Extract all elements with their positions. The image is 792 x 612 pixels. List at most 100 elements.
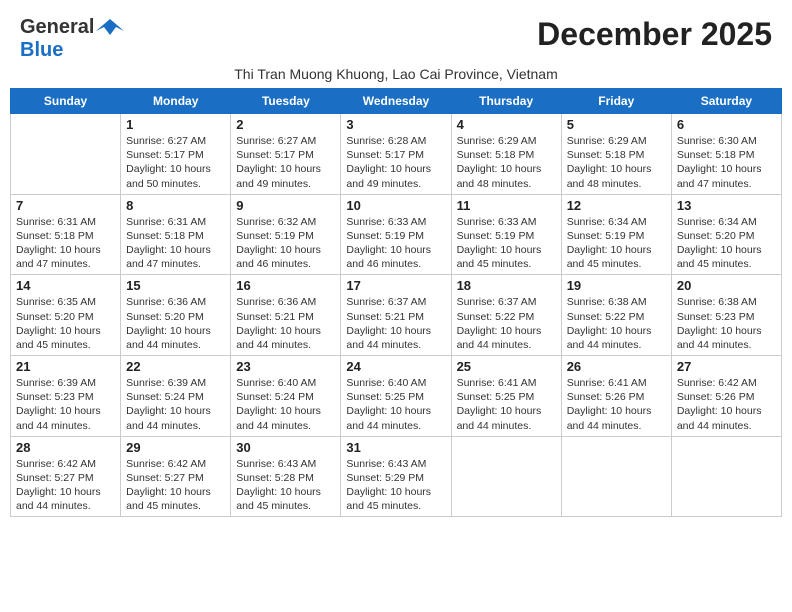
day-number: 15 (126, 278, 225, 293)
day-number: 3 (346, 117, 445, 132)
day-info: Sunrise: 6:43 AMSunset: 5:29 PMDaylight:… (346, 457, 445, 514)
calendar-cell: 23 Sunrise: 6:40 AMSunset: 5:24 PMDayligh… (231, 356, 341, 437)
day-info: Sunrise: 6:42 AMSunset: 5:27 PMDaylight:… (126, 457, 225, 514)
day-number: 23 (236, 359, 335, 374)
calendar-cell: 6Sunrise: 6:30 AMSunset: 5:18 PMDaylight… (671, 114, 781, 195)
day-number: 2 (236, 117, 335, 132)
calendar-cell: 21 Sunrise: 6:39 AMSunset: 5:23 PMDayligh… (11, 356, 121, 437)
calendar-cell: 14 Sunrise: 6:35 AMSunset: 5:20 PMDayligh… (11, 275, 121, 356)
day-info: Sunrise: 6:32 AMSunset: 5:19 PMDaylight:… (236, 215, 335, 272)
day-info: Sunrise: 6:40 AMSunset: 5:24 PMDaylight:… (236, 376, 335, 433)
day-info: Sunrise: 6:29 AMSunset: 5:18 PMDaylight:… (567, 134, 666, 191)
day-info: Sunrise: 6:33 AMSunset: 5:19 PMDaylight:… (457, 215, 556, 272)
day-number: 1 (126, 117, 225, 132)
day-number: 27 (677, 359, 776, 374)
day-number: 22 (126, 359, 225, 374)
calendar-cell: 17Sunrise: 6:37 AMSunset: 5:21 PMDayligh… (341, 275, 451, 356)
logo-blue: Blue (20, 39, 63, 61)
calendar-cell: 31 Sunrise: 6:43 AMSunset: 5:29 PMDayligh… (341, 436, 451, 517)
logo-bird-icon (96, 17, 124, 39)
calendar-cell: 3 Sunrise: 6:28 AMSunset: 5:17 PMDaylight… (341, 114, 451, 195)
calendar-cell: 10 Sunrise: 6:33 AMSunset: 5:19 PMDayligh… (341, 194, 451, 275)
month-title: December 2025 (537, 16, 772, 53)
day-number: 16 (236, 278, 335, 293)
day-number: 13 (677, 198, 776, 213)
calendar-cell: 26Sunrise: 6:41 AMSunset: 5:26 PMDayligh… (561, 356, 671, 437)
calendar-table: SundayMondayTuesdayWednesdayThursdayFrid… (10, 88, 782, 517)
day-header-thursday: Thursday (451, 89, 561, 114)
calendar-cell: 2 Sunrise: 6:27 AMSunset: 5:17 PMDaylight… (231, 114, 341, 195)
day-info: Sunrise: 6:41 AMSunset: 5:26 PMDaylight:… (567, 376, 666, 433)
day-info: Sunrise: 6:42 AMSunset: 5:27 PMDaylight:… (16, 457, 115, 514)
day-info: Sunrise: 6:42 AMSunset: 5:26 PMDaylight:… (677, 376, 776, 433)
day-number: 7 (16, 198, 115, 213)
day-number: 24 (346, 359, 445, 374)
day-number: 8 (126, 198, 225, 213)
logo: General Blue (20, 16, 124, 62)
calendar-cell (671, 436, 781, 517)
day-info: Sunrise: 6:40 AMSunset: 5:25 PMDaylight:… (346, 376, 445, 433)
day-number: 17 (346, 278, 445, 293)
calendar-cell: 7Sunrise: 6:31 AMSunset: 5:18 PMDaylight… (11, 194, 121, 275)
day-number: 9 (236, 198, 335, 213)
day-header-tuesday: Tuesday (231, 89, 341, 114)
calendar-cell: 22 Sunrise: 6:39 AMSunset: 5:24 PMDayligh… (121, 356, 231, 437)
calendar-cell: 27 Sunrise: 6:42 AMSunset: 5:26 PMDayligh… (671, 356, 781, 437)
calendar-cell: 15 Sunrise: 6:36 AMSunset: 5:20 PMDayligh… (121, 275, 231, 356)
day-header-wednesday: Wednesday (341, 89, 451, 114)
day-info: Sunrise: 6:28 AMSunset: 5:17 PMDaylight:… (346, 134, 445, 191)
day-info: Sunrise: 6:38 AMSunset: 5:22 PMDaylight:… (567, 295, 666, 352)
day-number: 10 (346, 198, 445, 213)
day-info: Sunrise: 6:37 AMSunset: 5:22 PMDaylight:… (457, 295, 556, 352)
day-number: 21 (16, 359, 115, 374)
day-header-monday: Monday (121, 89, 231, 114)
calendar-cell: 29 Sunrise: 6:42 AMSunset: 5:27 PMDayligh… (121, 436, 231, 517)
day-number: 12 (567, 198, 666, 213)
day-header-friday: Friday (561, 89, 671, 114)
day-number: 19 (567, 278, 666, 293)
day-number: 28 (16, 440, 115, 455)
calendar-cell: 9 Sunrise: 6:32 AMSunset: 5:19 PMDaylight… (231, 194, 341, 275)
logo-general: General (20, 16, 94, 39)
calendar-cell: 1 Sunrise: 6:27 AMSunset: 5:17 PMDaylight… (121, 114, 231, 195)
calendar-cell: 4Sunrise: 6:29 AMSunset: 5:18 PMDaylight… (451, 114, 561, 195)
day-number: 5 (567, 117, 666, 132)
calendar-cell: 18 Sunrise: 6:37 AMSunset: 5:22 PMDayligh… (451, 275, 561, 356)
calendar-cell: 25 Sunrise: 6:41 AMSunset: 5:25 PMDayligh… (451, 356, 561, 437)
day-info: Sunrise: 6:31 AMSunset: 5:18 PMDaylight:… (126, 215, 225, 272)
day-number: 14 (16, 278, 115, 293)
day-header-saturday: Saturday (671, 89, 781, 114)
day-number: 20 (677, 278, 776, 293)
day-number: 31 (346, 440, 445, 455)
day-info: Sunrise: 6:39 AMSunset: 5:23 PMDaylight:… (16, 376, 115, 433)
page-header: General Blue December 2025 (10, 10, 782, 62)
day-info: Sunrise: 6:39 AMSunset: 5:24 PMDaylight:… (126, 376, 225, 433)
day-number: 30 (236, 440, 335, 455)
day-number: 18 (457, 278, 556, 293)
calendar-cell: 12 Sunrise: 6:34 AMSunset: 5:19 PMDayligh… (561, 194, 671, 275)
calendar-cell: 20 Sunrise: 6:38 AMSunset: 5:23 PMDayligh… (671, 275, 781, 356)
calendar-cell: 11 Sunrise: 6:33 AMSunset: 5:19 PMDayligh… (451, 194, 561, 275)
day-info: Sunrise: 6:34 AMSunset: 5:19 PMDaylight:… (567, 215, 666, 272)
calendar-cell: 13Sunrise: 6:34 AMSunset: 5:20 PMDayligh… (671, 194, 781, 275)
day-info: Sunrise: 6:29 AMSunset: 5:18 PMDaylight:… (457, 134, 556, 191)
calendar-cell: 30 Sunrise: 6:43 AMSunset: 5:28 PMDayligh… (231, 436, 341, 517)
day-info: Sunrise: 6:35 AMSunset: 5:20 PMDaylight:… (16, 295, 115, 352)
day-header-sunday: Sunday (11, 89, 121, 114)
day-number: 11 (457, 198, 556, 213)
calendar-cell: 19 Sunrise: 6:38 AMSunset: 5:22 PMDayligh… (561, 275, 671, 356)
calendar-cell: 24 Sunrise: 6:40 AMSunset: 5:25 PMDayligh… (341, 356, 451, 437)
day-info: Sunrise: 6:27 AMSunset: 5:17 PMDaylight:… (126, 134, 225, 191)
day-info: Sunrise: 6:33 AMSunset: 5:19 PMDaylight:… (346, 215, 445, 272)
day-info: Sunrise: 6:36 AMSunset: 5:21 PMDaylight:… (236, 295, 335, 352)
day-info: Sunrise: 6:38 AMSunset: 5:23 PMDaylight:… (677, 295, 776, 352)
calendar-cell (451, 436, 561, 517)
day-number: 6 (677, 117, 776, 132)
calendar-cell: 16 Sunrise: 6:36 AMSunset: 5:21 PMDayligh… (231, 275, 341, 356)
day-number: 25 (457, 359, 556, 374)
day-number: 29 (126, 440, 225, 455)
day-info: Sunrise: 6:41 AMSunset: 5:25 PMDaylight:… (457, 376, 556, 433)
day-info: Sunrise: 6:27 AMSunset: 5:17 PMDaylight:… (236, 134, 335, 191)
day-info: Sunrise: 6:36 AMSunset: 5:20 PMDaylight:… (126, 295, 225, 352)
day-info: Sunrise: 6:43 AMSunset: 5:28 PMDaylight:… (236, 457, 335, 514)
